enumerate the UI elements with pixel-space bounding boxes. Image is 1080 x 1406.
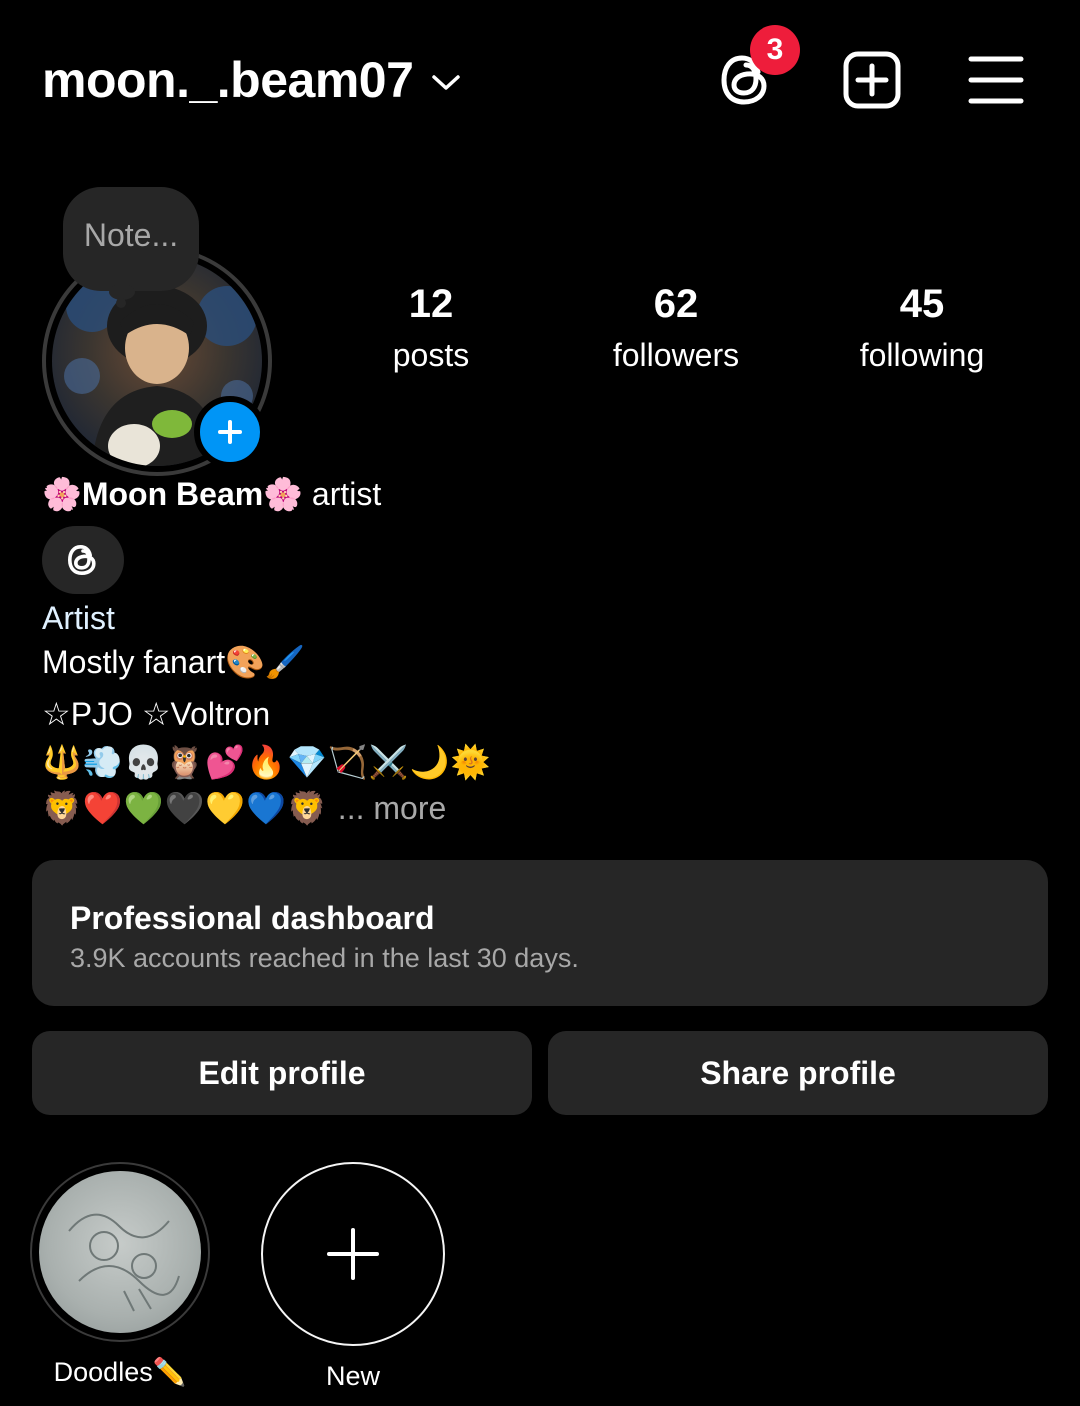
plus-icon <box>327 1228 379 1280</box>
dashboard-subtitle: 3.9K accounts reached in the last 30 day… <box>70 943 579 973</box>
menu-button[interactable] <box>956 40 1036 120</box>
chevron-down-icon <box>432 75 461 90</box>
bio-line: 🔱💨💀🦉💕🔥💎🏹⚔️🌙🌞 <box>42 744 492 780</box>
create-plus-square-icon <box>843 51 901 109</box>
highlight-doodles[interactable]: Doodles✏️ <box>28 1162 212 1392</box>
threads-profile-link[interactable] <box>42 526 124 594</box>
threads-icon <box>67 544 96 576</box>
highlight-ring <box>30 1162 210 1342</box>
bio-line: 🦁❤️💚🖤💛💙🦁 <box>42 790 328 826</box>
profile-category[interactable]: Artist <box>42 598 115 638</box>
highlight-new[interactable]: New <box>261 1162 445 1396</box>
share-profile-button[interactable]: Share profile <box>548 1031 1048 1115</box>
profile-header: moon._.beam07 3 <box>0 0 1080 160</box>
following-count: 45 <box>899 282 945 326</box>
account-switcher[interactable]: moon._.beam07 <box>42 48 461 112</box>
stat-followers[interactable]: 62 followers <box>556 280 796 382</box>
posts-label: posts <box>392 337 470 373</box>
dashboard-title: Professional dashboard <box>70 900 435 936</box>
new-highlight-ring <box>261 1162 445 1346</box>
highlight-label: New <box>325 1361 380 1391</box>
followers-count: 62 <box>653 282 699 326</box>
threads-notification-badge: 3 <box>750 25 800 75</box>
edit-profile-button[interactable]: Edit profile <box>32 1031 532 1115</box>
username: moon._.beam07 <box>42 52 414 108</box>
hamburger-menu-icon <box>968 56 1024 104</box>
display-name: 🌸Moon Beam🌸 <box>42 476 304 512</box>
bio-line-last: 🦁❤️💚🖤💛💙🦁 ... more <box>42 786 446 830</box>
note-bubble[interactable]: Note... <box>63 187 199 291</box>
stat-posts[interactable]: 12 posts <box>311 280 551 382</box>
bio-line: ☆PJO ☆Voltron <box>42 696 271 732</box>
plus-icon <box>218 420 242 444</box>
following-label: following <box>859 337 985 373</box>
highlight-cover-sketch <box>68 1213 180 1312</box>
add-story-button[interactable] <box>194 396 266 468</box>
bio-more-link[interactable]: ... more <box>338 790 446 826</box>
create-button[interactable] <box>832 40 912 120</box>
stat-following[interactable]: 45 following <box>802 280 1042 382</box>
followers-label: followers <box>612 337 740 373</box>
display-name-row: 🌸Moon Beam🌸 artist <box>42 472 381 516</box>
posts-count: 12 <box>408 282 454 326</box>
professional-dashboard-card[interactable]: Professional dashboard 3.9K accounts rea… <box>32 860 1048 1006</box>
note-bubble-dot <box>116 298 126 308</box>
highlight-label: Doodles✏️ <box>53 1357 187 1387</box>
bio-line: Mostly fanart🎨🖌️ <box>42 644 305 680</box>
display-category: artist <box>311 476 382 512</box>
highlight-cover <box>39 1171 201 1333</box>
